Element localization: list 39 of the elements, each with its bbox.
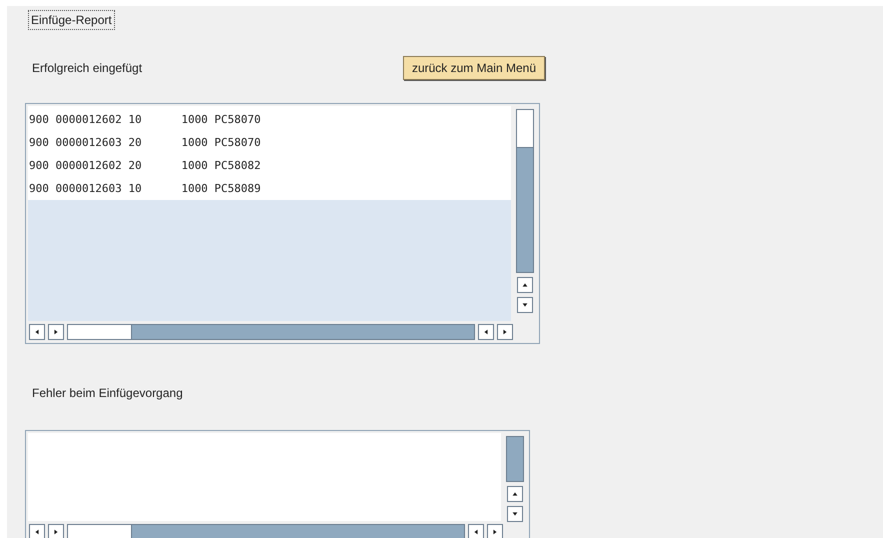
scroll-left-button[interactable] xyxy=(29,324,45,340)
triangle-up-icon xyxy=(511,490,519,498)
vertical-scrollbar[interactable] xyxy=(516,109,534,273)
triangle-right-icon xyxy=(52,528,60,536)
section-label: Erfolgreich eingefügt xyxy=(32,60,142,77)
horizontal-scrollbar[interactable] xyxy=(67,324,475,340)
list-row[interactable]: 900 0000012603 10 1000 PC58089 xyxy=(28,177,511,200)
triangle-left-icon xyxy=(33,528,41,536)
scroll-down-button[interactable] xyxy=(517,297,533,313)
scroll-left-button[interactable] xyxy=(468,524,484,538)
triangle-left-icon xyxy=(33,328,41,336)
scroll-left-button[interactable] xyxy=(29,524,45,538)
triangle-down-icon xyxy=(511,510,519,518)
scroll-right-button[interactable] xyxy=(487,524,503,538)
list-row[interactable]: 900 0000012602 20 1000 PC58082 xyxy=(28,154,511,177)
page-title: Einfüge-Report xyxy=(28,10,115,30)
scroll-up-button[interactable] xyxy=(507,486,523,502)
scrollbar-thumb[interactable] xyxy=(517,110,533,148)
triangle-down-icon xyxy=(521,301,529,309)
triangle-right-icon xyxy=(52,328,60,336)
triangle-right-icon xyxy=(501,328,509,336)
triangle-left-icon xyxy=(482,328,490,336)
triangle-left-icon xyxy=(472,528,480,536)
vertical-scrollbar[interactable] xyxy=(506,436,524,482)
scrollbar-thumb[interactable] xyxy=(68,525,132,538)
scroll-right-button[interactable] xyxy=(48,524,64,538)
triangle-right-icon xyxy=(491,528,499,536)
scrollbar-thumb[interactable] xyxy=(68,325,132,339)
scroll-down-button[interactable] xyxy=(507,506,523,522)
list-row[interactable]: 900 0000012602 10 1000 PC58070 xyxy=(28,108,511,131)
section-label: Fehler beim Einfügevorgang xyxy=(32,385,184,402)
scroll-left-button[interactable] xyxy=(478,324,494,340)
scroll-right-button[interactable] xyxy=(497,324,513,340)
back-button[interactable]: zurück zum Main Menü xyxy=(402,56,545,80)
triangle-up-icon xyxy=(521,281,529,289)
list-row[interactable]: 900 0000012603 20 1000 PC58070 xyxy=(28,131,511,154)
scroll-up-button[interactable] xyxy=(517,277,533,293)
scroll-right-button[interactable] xyxy=(48,324,64,340)
horizontal-scrollbar[interactable] xyxy=(67,524,465,538)
